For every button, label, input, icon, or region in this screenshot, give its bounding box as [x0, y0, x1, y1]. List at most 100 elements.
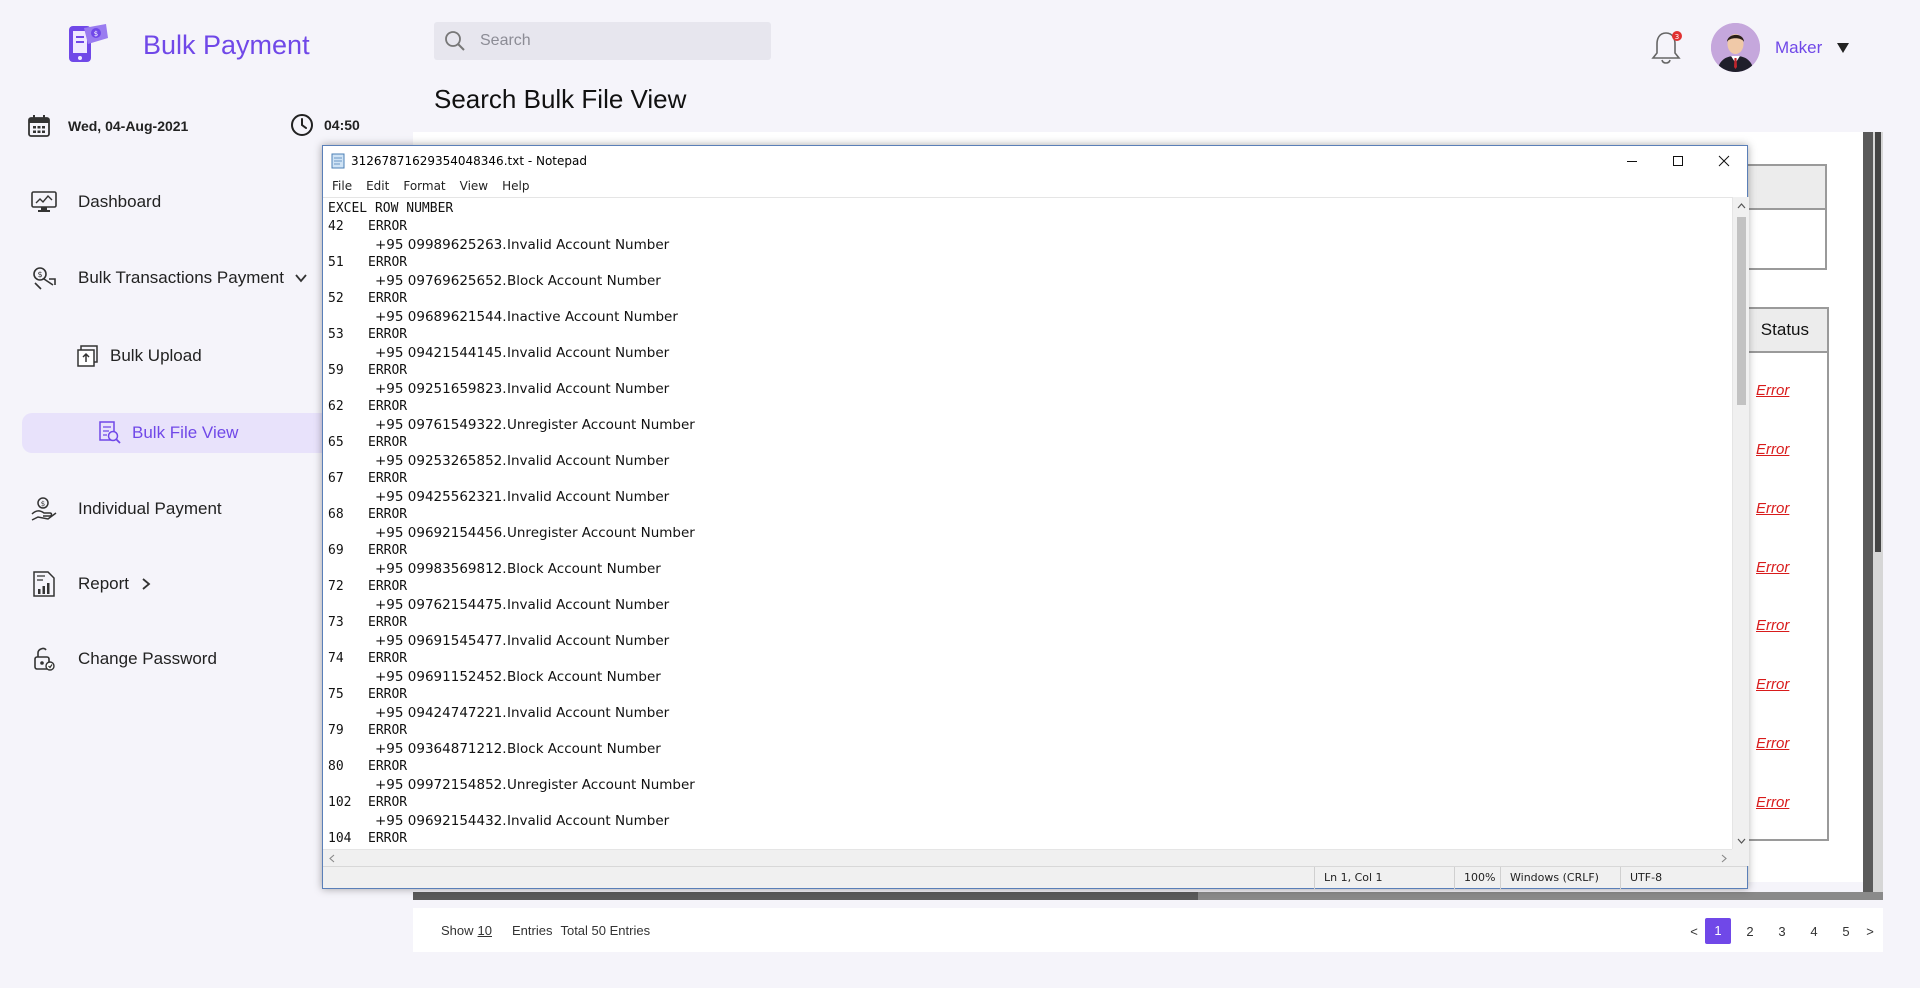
log-detail-line: +95 09425562321.Invalid Account Number	[328, 488, 1732, 506]
search-box[interactable]	[434, 22, 771, 60]
avatar[interactable]	[1711, 23, 1760, 72]
menu-format[interactable]: Format	[403, 179, 445, 193]
menu-help[interactable]: Help	[502, 179, 529, 193]
excel-row-number: 104	[328, 831, 352, 846]
error-link[interactable]: Error	[1756, 676, 1789, 693]
page-button-3[interactable]: 3	[1766, 924, 1798, 939]
sidebar-item-dashboard[interactable]: Dashboard	[22, 182, 342, 222]
svg-text:$: $	[94, 30, 98, 38]
notification-count: 3	[1675, 33, 1679, 41]
maximize-icon	[1673, 156, 1683, 166]
phone-number: +95 09424747221.	[375, 705, 507, 721]
sidebar-item-label: Bulk File View	[132, 423, 239, 442]
error-link[interactable]: Error	[1756, 559, 1789, 576]
scroll-down-arrow[interactable]	[1733, 832, 1750, 849]
notepad-horizontal-scrollbar[interactable]	[323, 849, 1732, 866]
log-entry: 42 ERROR +95 09989625263.Invalid Account N…	[328, 218, 1732, 254]
chevron-down-icon	[295, 274, 307, 283]
page-size-select[interactable]: 10	[478, 923, 492, 938]
excel-row-number: 65	[328, 435, 344, 450]
notepad-vertical-scrollbar[interactable]	[1732, 197, 1749, 849]
page-button-5[interactable]: 5	[1830, 924, 1862, 939]
sidebar-item-bulk-transactions-payment[interactable]: $ Bulk Transactions Payment	[22, 258, 342, 298]
error-message: Block Account Number	[507, 561, 661, 577]
error-message: Inactive Account Number	[507, 309, 678, 325]
page-button-2[interactable]: 2	[1734, 924, 1766, 939]
menu-edit[interactable]: Edit	[366, 179, 389, 193]
log-row-line: 104 ERROR	[328, 830, 1732, 848]
excel-row-number: 51	[328, 255, 344, 270]
row-status: ERROR	[368, 471, 408, 486]
log-detail-line: +95 09424747221.Invalid Account Number	[328, 704, 1732, 722]
log-row-line: 69 ERROR	[328, 542, 1732, 560]
menu-file[interactable]: File	[332, 179, 352, 193]
chevron-right-icon	[1721, 854, 1727, 863]
log-detail-line: +95 09691545477.Invalid Account Number	[328, 632, 1732, 650]
sidebar-item-bulk-file-view[interactable]: Bulk File View	[22, 413, 342, 453]
notepad-title-bar[interactable]: 3126787162935404834​6.txt - Notepad	[323, 146, 1747, 176]
notification-button[interactable]: 3	[1650, 28, 1684, 66]
sidebar-item-report[interactable]: Report	[22, 564, 342, 604]
date-text: Wed, 04-Aug-2021	[68, 118, 189, 134]
log-entry: 75 ERROR +95 09424747221.Invalid Account N…	[328, 686, 1732, 722]
scrollbar-corner	[1732, 849, 1749, 866]
error-message: Block Account Number	[507, 741, 661, 757]
svg-text:$: $	[37, 270, 42, 279]
phone-number: +95 09762154475.	[375, 597, 507, 613]
log-entry: 67 ERROR +95 09425562321.Invalid Account N…	[328, 470, 1732, 506]
log-detail-line: +95 09691152452.Block Account Number	[328, 668, 1732, 686]
page-button-1[interactable]: 1	[1705, 918, 1731, 944]
log-row-line: 73 ERROR	[328, 614, 1732, 632]
error-link[interactable]: Error	[1756, 794, 1789, 811]
sidebar-item-individual-payment[interactable]: $ Individual Payment	[22, 489, 342, 529]
notepad-text-area[interactable]: EXCEL ROW NUMBER 42 ERROR +95 09989625263.…	[323, 197, 1732, 849]
log-row-line: 59 ERROR	[328, 362, 1732, 380]
caret-down-icon[interactable]	[1836, 42, 1850, 54]
menu-view[interactable]: View	[460, 179, 488, 193]
phone-number: +95 09364871212.	[375, 741, 507, 757]
error-link[interactable]: Error	[1756, 617, 1789, 634]
error-link[interactable]: Error	[1756, 382, 1789, 399]
phone-number: +95 09251659823.	[375, 381, 507, 397]
log-detail-line: +95 09689621544.Inactive Account Number	[328, 308, 1732, 326]
close-button[interactable]	[1701, 146, 1747, 176]
scroll-left-arrow[interactable]	[323, 850, 340, 867]
row-status: ERROR	[368, 687, 408, 702]
sidebar-item-label: Dashboard	[78, 192, 162, 211]
bulk-payment-logo-icon: $	[69, 24, 108, 62]
scroll-up-arrow[interactable]	[1733, 197, 1750, 214]
scrollbar-thumb[interactable]	[1737, 217, 1746, 405]
scroll-right-arrow[interactable]	[1715, 850, 1732, 867]
next-page-button[interactable]: >	[1862, 924, 1878, 939]
error-link[interactable]: Error	[1756, 735, 1789, 752]
user-name[interactable]: Maker	[1775, 38, 1822, 58]
chevron-left-icon	[328, 854, 334, 863]
sidebar-item-bulk-upload[interactable]: Bulk Upload	[70, 336, 340, 376]
page-scrollbar[interactable]	[1873, 132, 1883, 892]
excel-row-number: 73	[328, 615, 344, 630]
phone-number: +95 09972154852.	[375, 777, 507, 793]
error-message: Invalid Account Number	[507, 813, 670, 829]
error-message: Invalid Account Number	[507, 237, 670, 253]
file-search-icon	[98, 419, 122, 447]
current-time: 04:50	[290, 112, 360, 138]
minimize-button[interactable]	[1609, 146, 1655, 176]
excel-row-number: 79	[328, 723, 344, 738]
page-scrollbar-thumb[interactable]	[1875, 132, 1881, 552]
window-controls	[1609, 146, 1747, 176]
search-input[interactable]	[480, 32, 740, 50]
maximize-button[interactable]	[1655, 146, 1701, 176]
row-status: ERROR	[368, 219, 408, 234]
upload-icon	[76, 344, 100, 368]
phone-number: +95 09253265852.	[375, 453, 507, 469]
prev-page-button[interactable]: <	[1686, 924, 1702, 939]
row-status: ERROR	[368, 831, 408, 846]
error-link[interactable]: Error	[1756, 500, 1789, 517]
page-button-4[interactable]: 4	[1798, 924, 1830, 939]
phone-number: +95 09689621544.	[375, 309, 507, 325]
error-link[interactable]: Error	[1756, 441, 1789, 458]
status-line-ending: Windows (CRLF)	[1500, 867, 1620, 889]
phone-number: +95 09425562321.	[375, 489, 507, 505]
sidebar-item-change-password[interactable]: Change Password	[22, 639, 342, 679]
log-detail-line: +95 09761549322.Unregister Account Numbe…	[328, 416, 1732, 434]
